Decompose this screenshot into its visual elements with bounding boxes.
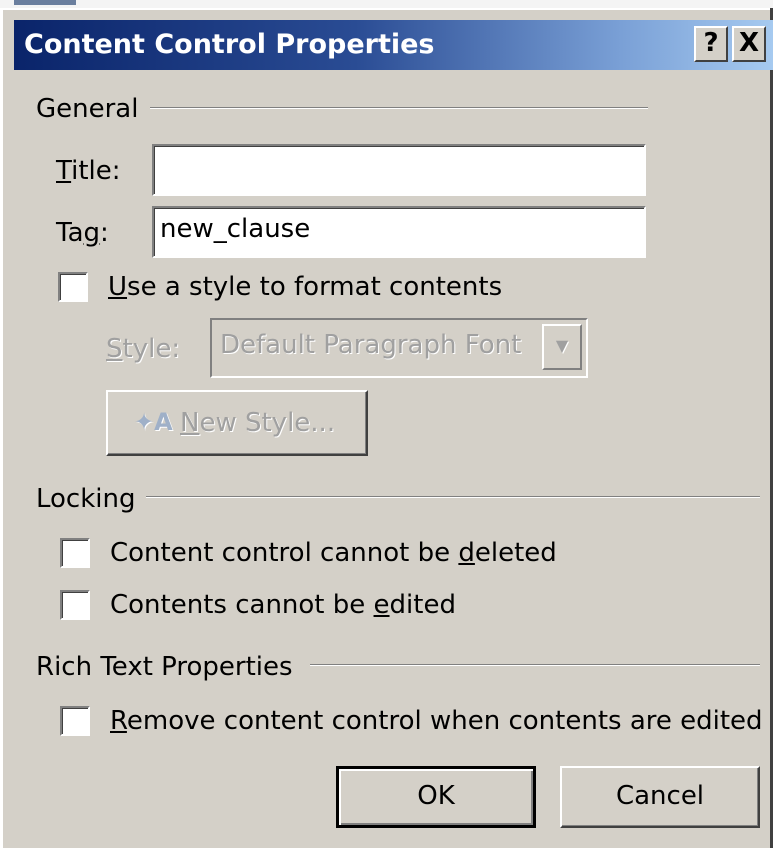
use-style-checkbox[interactable]	[58, 272, 88, 302]
section-general-label: General	[36, 94, 139, 124]
close-button[interactable]: X	[732, 26, 766, 62]
section-locking-label: Locking	[36, 484, 136, 514]
style-dropdown[interactable]: Default Paragraph Font ▼	[210, 318, 588, 378]
section-locking-divider	[146, 496, 760, 498]
title-bar[interactable]: Content Control Properties ? X	[14, 20, 773, 70]
new-style-button[interactable]: ✦A New Style...	[106, 390, 368, 456]
use-style-label[interactable]: Use a style to format contents	[108, 272, 502, 302]
tag-label: Tag:	[56, 218, 109, 248]
title-input[interactable]	[152, 144, 646, 196]
cancel-button[interactable]: Cancel	[560, 766, 760, 828]
title-label: Title:	[56, 156, 121, 186]
dialog-title: Content Control Properties	[24, 29, 435, 60]
cannot-delete-label[interactable]: Content control cannot be deleted	[110, 538, 557, 568]
ok-button[interactable]: OK	[336, 766, 536, 828]
new-style-icon: ✦A	[134, 408, 173, 436]
cannot-delete-checkbox[interactable]	[60, 538, 90, 568]
tag-input[interactable]: new_clause	[152, 206, 646, 258]
section-general-divider	[150, 107, 648, 109]
chevron-down-icon[interactable]: ▼	[542, 324, 582, 370]
help-button[interactable]: ?	[694, 26, 728, 62]
style-label: Style:	[106, 334, 181, 364]
cannot-edit-label[interactable]: Contents cannot be edited	[110, 590, 456, 620]
background-window-fragment	[14, 0, 76, 5]
style-dropdown-value: Default Paragraph Font	[220, 330, 522, 360]
cannot-edit-checkbox[interactable]	[60, 590, 90, 620]
new-style-label: New Style...	[180, 408, 336, 438]
section-rich-text-divider	[310, 664, 760, 666]
remove-control-checkbox[interactable]	[60, 706, 90, 736]
section-rich-text-label: Rich Text Properties	[36, 652, 293, 682]
remove-control-label[interactable]: Remove content control when contents are…	[110, 706, 763, 736]
